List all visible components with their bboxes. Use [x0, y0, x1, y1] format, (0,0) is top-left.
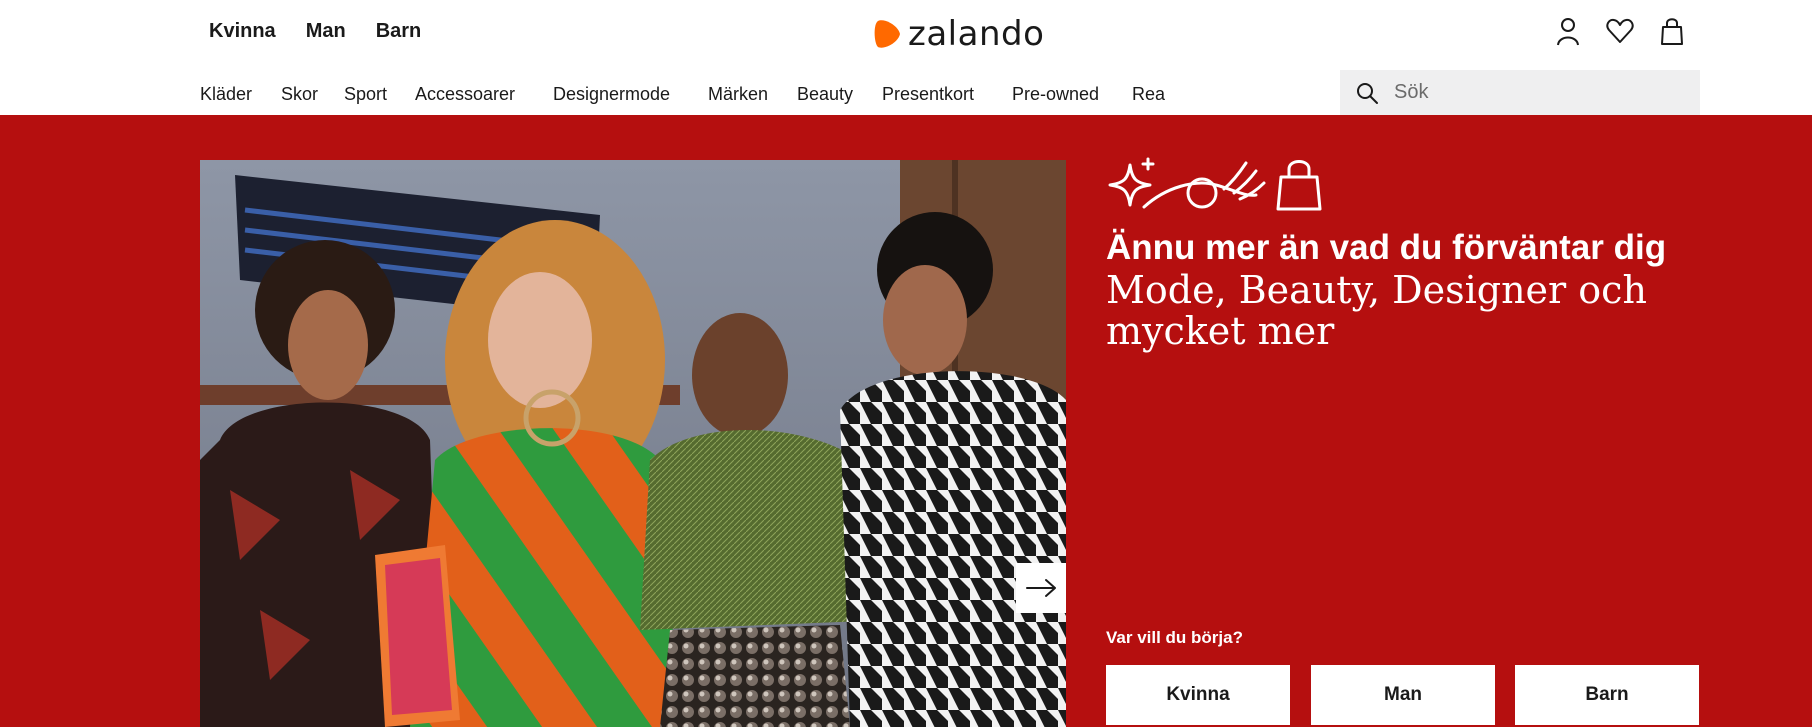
category-klader[interactable]: Kläder	[200, 84, 252, 105]
category-presentkort[interactable]: Presentkort	[882, 84, 974, 105]
header-icons	[1553, 14, 1687, 48]
zalando-logo-icon	[874, 20, 900, 48]
logo-text: zalando	[908, 14, 1045, 54]
category-pre-owned[interactable]: Pre-owned	[1012, 84, 1099, 105]
search-icon	[1354, 80, 1380, 106]
hero-icons	[1106, 157, 1326, 217]
gender-nav: Kvinna Man Barn	[209, 20, 421, 43]
hero-banner	[0, 115, 1812, 727]
search-input[interactable]	[1392, 80, 1686, 105]
zalando-logo[interactable]: zalando	[872, 14, 1044, 54]
sparkle-icon	[1108, 157, 1155, 207]
hero-subline: Mode, Beauty, Designer och mycket mer	[1106, 268, 1647, 353]
category-marken[interactable]: Märken	[708, 84, 768, 105]
category-beauty[interactable]: Beauty	[797, 84, 853, 105]
choice-man-button[interactable]: Man	[1311, 665, 1495, 725]
gender-nav-barn[interactable]: Barn	[376, 20, 422, 43]
gender-nav-kvinna[interactable]: Kvinna	[209, 20, 276, 43]
eye-icon	[1142, 161, 1266, 209]
bag-outline-icon	[1276, 160, 1322, 211]
choice-barn-button[interactable]: Barn	[1515, 665, 1699, 725]
shopping-bag-icon[interactable]	[1657, 14, 1687, 48]
hero-headline: Ännu mer än vad du förväntar dig	[1106, 228, 1667, 267]
heart-icon[interactable]	[1605, 14, 1635, 48]
carousel-next-button[interactable]	[1016, 563, 1066, 613]
search-box[interactable]	[1340, 70, 1700, 115]
gender-nav-man[interactable]: Man	[306, 20, 346, 43]
category-sport[interactable]: Sport	[344, 84, 387, 105]
user-icon[interactable]	[1553, 14, 1583, 48]
category-designermode[interactable]: Designermode	[553, 84, 670, 105]
category-accessoarer[interactable]: Accessoarer	[415, 84, 515, 105]
start-label: Var vill du börja?	[1106, 628, 1243, 647]
site-header: Kvinna Man Barn zalando Kläder Skor Spor…	[0, 0, 1812, 115]
category-skor[interactable]: Skor	[281, 84, 318, 105]
arrow-right-icon	[1026, 579, 1056, 597]
category-rea[interactable]: Rea	[1132, 84, 1165, 105]
hero-campaign-image[interactable]	[200, 160, 1066, 727]
choice-kvinna-button[interactable]: Kvinna	[1106, 665, 1290, 725]
